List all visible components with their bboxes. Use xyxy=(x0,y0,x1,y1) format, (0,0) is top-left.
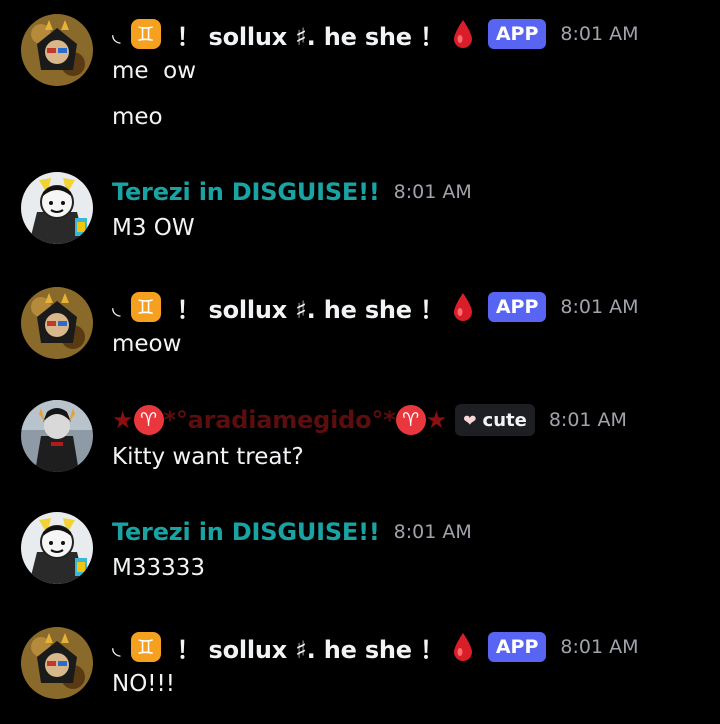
sollux-avatar[interactable] xyxy=(21,627,93,699)
aradia-avatar[interactable] xyxy=(21,400,93,472)
app-badge: APP xyxy=(487,632,547,662)
heart-icon: ❤ xyxy=(463,410,477,430)
timestamp[interactable]: 8:01 AM xyxy=(394,521,472,543)
terezi-avatar[interactable] xyxy=(21,512,93,584)
message-header: ◟ ♊ ！ sollux ♯. he she ！ APP 8:01 AM xyxy=(112,16,639,52)
role-badge: ❤ cute xyxy=(455,404,535,436)
sollux-avatar[interactable] xyxy=(21,287,93,359)
timestamp[interactable]: 8:01 AM xyxy=(560,23,638,45)
app-badge: APP xyxy=(487,19,547,49)
blood-drop-icon xyxy=(453,293,472,321)
message-text: meow xyxy=(112,331,182,357)
timestamp[interactable]: 8:01 AM xyxy=(394,181,472,203)
message-text: M3 OW xyxy=(112,215,195,241)
author-name[interactable]: ！ sollux ♯. he she ！ xyxy=(177,17,445,52)
aries-icon: ♈ xyxy=(133,405,164,435)
timestamp[interactable]: 8:01 AM xyxy=(549,409,627,431)
star-icon: ★ xyxy=(425,406,448,434)
author-name[interactable]: Terezi in DISGUISE!! xyxy=(112,178,380,206)
gemini-icon: ♊ xyxy=(130,632,161,662)
message-text: me ow xyxy=(112,58,197,84)
message-text: meo xyxy=(112,104,163,130)
timestamp[interactable]: 8:01 AM xyxy=(560,296,638,318)
terezi-avatar[interactable] xyxy=(21,172,93,244)
role-badge-label: cute xyxy=(482,409,527,431)
blood-drop-icon xyxy=(453,633,472,661)
author-name[interactable]: Terezi in DISGUISE!! xyxy=(112,518,380,546)
app-badge: APP xyxy=(487,292,547,322)
message-text: Kitty want treat? xyxy=(112,444,304,470)
message-header: ◟ ♊ ！ sollux ♯. he she ！ APP 8:01 AM xyxy=(112,629,639,665)
star-icon: ★ xyxy=(112,406,134,434)
name-prefix: ◟ xyxy=(112,634,121,660)
name-prefix: ◟ xyxy=(112,294,121,320)
message-text: NO!!! xyxy=(112,671,175,697)
message-header: ◟ ♊ ！ sollux ♯. he she ！ APP 8:01 AM xyxy=(112,289,639,325)
author-name[interactable]: ！ sollux ♯. he she ！ xyxy=(177,290,445,325)
chat-message-list: ◟ ♊ ！ sollux ♯. he she ！ APP 8:01 AM me … xyxy=(0,0,720,724)
gemini-icon: ♊ xyxy=(130,292,161,322)
author-name[interactable]: ！ sollux ♯. he she ！ xyxy=(177,630,445,665)
sollux-avatar[interactable] xyxy=(21,14,93,86)
author-name[interactable]: *°aradiamegido°* xyxy=(164,406,396,434)
message-header: Terezi in DISGUISE!! 8:01 AM xyxy=(112,514,472,550)
message-text: M33333 xyxy=(112,555,206,581)
message-header: ★ ♈ *°aradiamegido°* ♈ ★ ❤ cute 8:01 AM xyxy=(112,402,627,438)
message-header: Terezi in DISGUISE!! 8:01 AM xyxy=(112,174,472,210)
blood-drop-icon xyxy=(453,20,472,48)
name-prefix: ◟ xyxy=(112,21,121,47)
gemini-icon: ♊ xyxy=(130,19,161,49)
aries-icon: ♈ xyxy=(395,405,426,435)
timestamp[interactable]: 8:01 AM xyxy=(560,636,638,658)
